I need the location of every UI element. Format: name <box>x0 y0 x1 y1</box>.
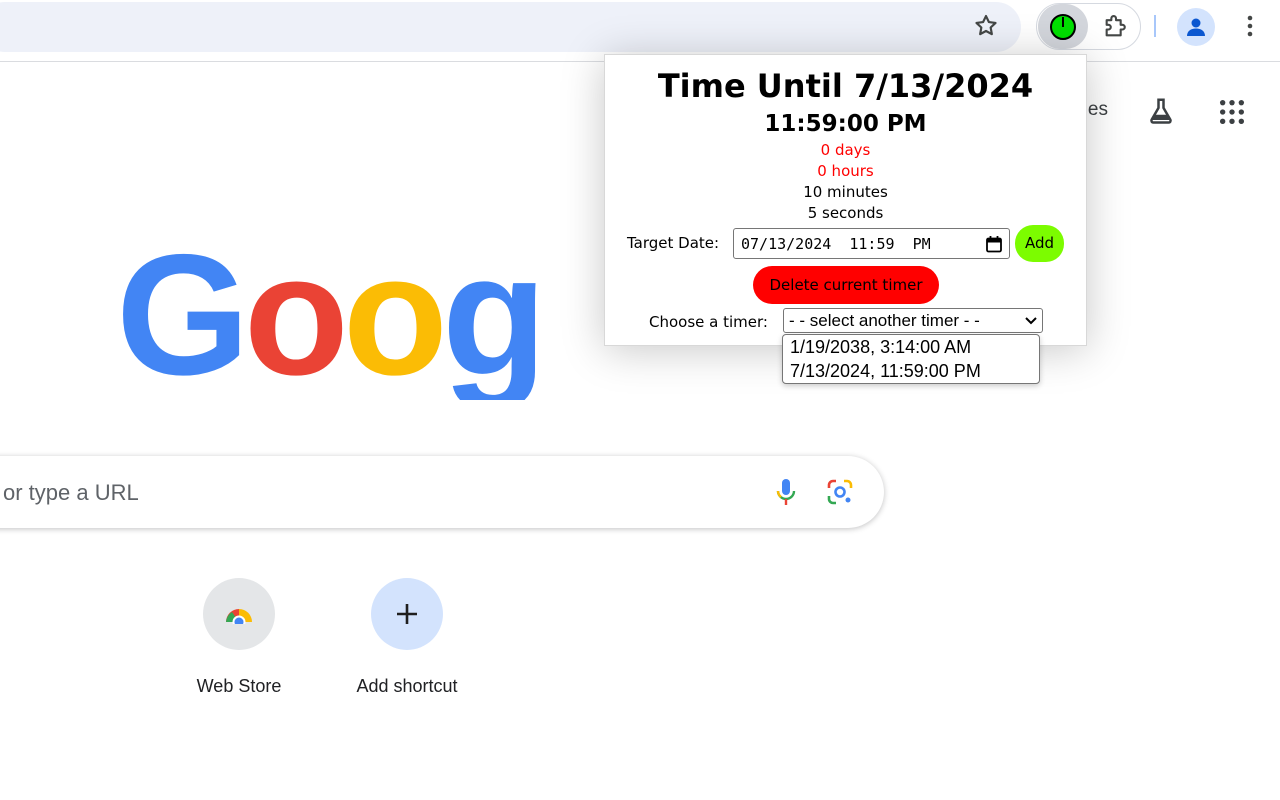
timer-extension-popup: Time Until 7/13/2024 11:59:00 PM 0 days … <box>604 54 1087 346</box>
calendar-icon[interactable] <box>985 235 1003 253</box>
toolbar-divider <box>1154 15 1156 37</box>
green-clock-icon <box>1050 13 1076 40</box>
microphone-icon[interactable] <box>768 474 804 510</box>
add-shortcut-button[interactable]: Add shortcut <box>342 578 472 697</box>
chevron-down-icon <box>1025 317 1037 325</box>
popup-subtitle: 11:59:00 PM <box>764 111 927 137</box>
shortcut-web-store[interactable]: Web Store <box>174 578 304 697</box>
add-button[interactable]: Add <box>1015 225 1064 262</box>
choose-timer-label: Choose a timer: <box>649 313 768 331</box>
plus-icon <box>371 578 443 650</box>
timer-options-list: 1/19/2038, 3:14:00 AM 7/13/2024, 11:59:0… <box>782 334 1040 384</box>
countdown-days: 0 days <box>820 141 871 159</box>
delete-timer-button[interactable]: Delete current timer <box>753 266 939 304</box>
apps-grid-icon[interactable] <box>1212 92 1252 132</box>
address-bar[interactable] <box>0 2 1021 52</box>
countdown-minutes: 10 minutes <box>803 183 888 201</box>
shortcut-label: Web Store <box>196 676 282 696</box>
star-icon[interactable] <box>968 8 1004 44</box>
target-date-input[interactable]: 07/13/2024 11:59 PM <box>733 228 1010 259</box>
countdown-seconds: 5 seconds <box>807 204 884 222</box>
account-icon[interactable] <box>1177 8 1215 46</box>
google-logo: Google <box>116 219 679 411</box>
target-date-value: 07/13/2024 11:59 PM <box>741 235 931 253</box>
timer-option[interactable]: 1/19/2038, 3:14:00 AM <box>783 335 1039 359</box>
chrome-web-store-icon <box>203 578 275 650</box>
kebab-menu-icon[interactable] <box>1234 8 1266 44</box>
timer-option[interactable]: 7/13/2024, 11:59:00 PM <box>783 359 1039 383</box>
search-placeholder: or type a URL <box>3 480 139 505</box>
browser-toolbar <box>0 0 1280 62</box>
flask-icon[interactable] <box>1142 92 1180 130</box>
timer-extension-button[interactable] <box>1038 4 1088 49</box>
search-box[interactable]: or type a URL <box>0 456 884 528</box>
google-lens-icon[interactable] <box>822 474 858 510</box>
shortcut-label: Add shortcut <box>356 676 458 696</box>
popup-title: Time Until 7/13/2024 <box>657 67 1034 105</box>
timer-select-value: - - select another timer - - <box>789 311 980 330</box>
countdown-hours: 0 hours <box>817 162 874 180</box>
svg-text:Google: Google <box>116 240 536 400</box>
puzzle-icon[interactable] <box>1096 6 1136 46</box>
timer-select[interactable]: - - select another timer - - <box>783 308 1043 333</box>
target-date-label: Target Date: <box>627 234 720 252</box>
